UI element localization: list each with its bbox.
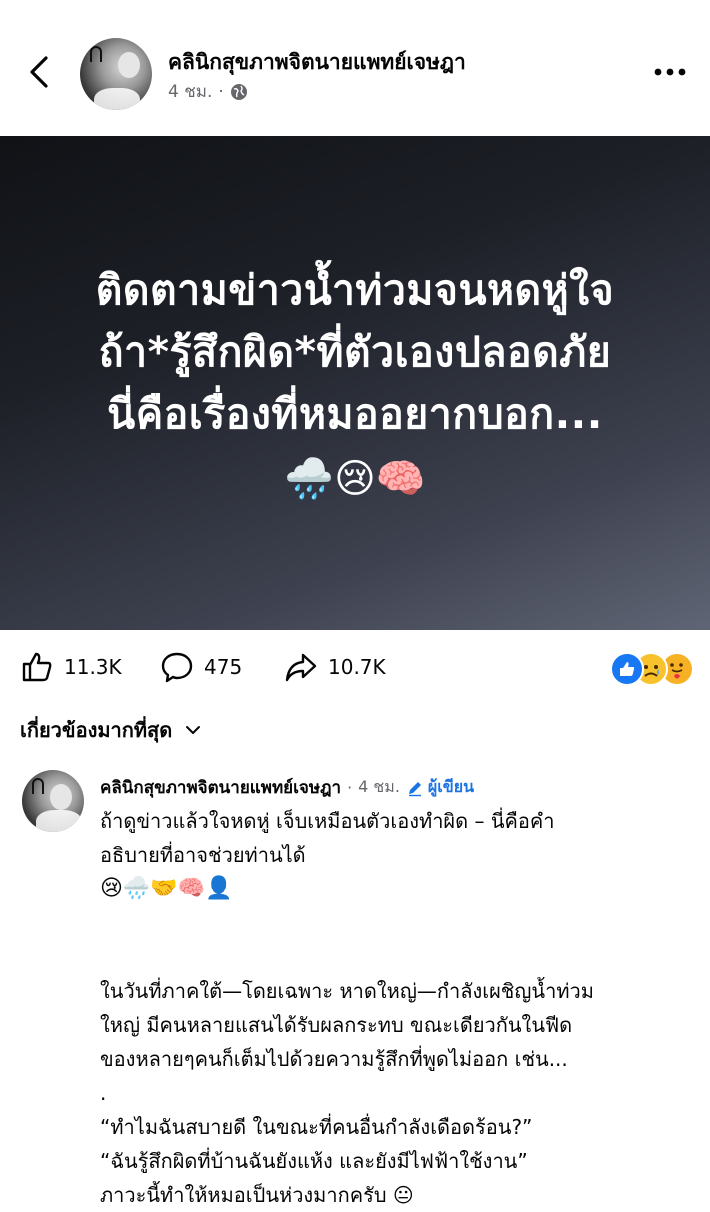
meta-separator: · xyxy=(218,81,224,102)
author-badge-label: ผู้เขียน xyxy=(427,777,475,796)
back-button[interactable] xyxy=(22,52,58,92)
comment-time[interactable]: 4 ชม. xyxy=(358,775,400,800)
post-meta: 4 ชม. · xyxy=(168,78,248,105)
chevron-down-icon xyxy=(186,726,201,734)
post-header: คลินิกสุขภาพจิตนายแพทย์เจษฎา 4 ชม. · xyxy=(0,0,710,136)
comment-line: อธิบายที่อาจช่วยท่านได้ xyxy=(100,843,306,867)
sort-label: เกี่ยวข้องมากที่สุด xyxy=(20,718,173,742)
comment-line: ในวันที่ภาคใต้—โดยเฉพาะ หาดใหญ่—กำลังเผช… xyxy=(100,979,594,1003)
thumbs-up-icon xyxy=(620,662,635,676)
comment-sort-dropdown[interactable]: เกี่ยวข้องมากที่สุด xyxy=(20,714,202,746)
comment-line: “ทำไมฉันสบายดี ในขณะที่คนอื่นกำลังเดือดร… xyxy=(100,1115,533,1139)
more-options-button[interactable] xyxy=(650,60,690,84)
chevron-left-icon xyxy=(30,56,48,88)
thumbs-up-icon xyxy=(22,652,52,682)
ribbon-icon xyxy=(90,46,102,62)
comment-line: “ฉันรู้สึกผิดที่บ้านฉันยังแห้ง และยังมีไ… xyxy=(100,1149,528,1173)
share-arrow-icon xyxy=(285,653,317,682)
post-time[interactable]: 4 ชม. xyxy=(168,78,212,105)
like-reaction-icon xyxy=(610,652,644,686)
banner-line-2: ถ้า*รู้สึกผิด*ที่ตัวเองปลอดภัย xyxy=(98,328,612,376)
banner-line-1: ติดตามข่าวน้ำท่วมจนหดหู่ใจ xyxy=(95,266,615,314)
post-text-banner: ติดตามข่าวน้ำท่วมจนหดหู่ใจ ถ้า*รู้สึกผิด… xyxy=(0,136,710,630)
avatar-body xyxy=(94,88,140,110)
banner-line-3: นี่คือเรื่องที่หมออยากบอก... xyxy=(107,390,603,438)
comment-button[interactable]: 475 xyxy=(160,650,242,684)
comment-line: ใหญ่ มีคนหลายแสนได้รับผลกระทบ ขณะเดียวกั… xyxy=(100,1013,573,1037)
avatar-body xyxy=(36,810,82,832)
like-button[interactable]: 11.3K xyxy=(20,650,122,684)
comment-line: . xyxy=(100,1081,107,1105)
avatar-face xyxy=(50,784,72,810)
comment-line: ภาวะนี้ทำให้หมอเป็นห่วงมากครับ 😐 xyxy=(100,1183,414,1207)
comment-body: ถ้าดูข่าวแล้วใจหดหู่ เจ็บเหมือนตัวเองทำผ… xyxy=(100,804,700,1212)
avatar-face xyxy=(118,52,140,78)
comment-author-name[interactable]: คลินิกสุขภาพจิตนายแพทย์เจษฎา xyxy=(100,774,341,801)
reaction-summary[interactable] xyxy=(610,652,694,686)
pencil-icon xyxy=(408,781,421,796)
comment-emojis: 😢🌧️🤝🧠👤 xyxy=(100,876,233,901)
comment-header: คลินิกสุขภาพจิตนายแพทย์เจษฎา · 4 ชม. ผู้… xyxy=(100,774,474,801)
author-badge: ผู้เขียน xyxy=(406,775,474,800)
comment-bubble-icon xyxy=(161,652,193,683)
comment-separator: · xyxy=(347,778,353,797)
like-count: 11.3K xyxy=(64,655,122,679)
engagement-bar: 11.3K 475 10.7K xyxy=(0,640,710,692)
globe-icon[interactable] xyxy=(230,83,248,101)
page-avatar[interactable] xyxy=(80,38,152,110)
banner-emojis: 🌧️😢🧠 xyxy=(284,456,426,502)
more-horizontal-icon xyxy=(654,68,686,76)
comment-avatar[interactable] xyxy=(22,770,84,832)
share-count: 10.7K xyxy=(328,655,386,679)
comment-count: 475 xyxy=(204,655,243,679)
page-name[interactable]: คลินิกสุขภาพจิตนายแพทย์เจษฎา xyxy=(168,46,466,79)
share-button[interactable]: 10.7K xyxy=(284,650,386,684)
comment-line: ถ้าดูข่าวแล้วใจหดหู่ เจ็บเหมือนตัวเองทำผ… xyxy=(100,809,555,833)
comment-line: ของหลายๆคนก็เต็มไปด้วยความรู้สึกที่พูดไม… xyxy=(100,1047,568,1071)
ribbon-icon xyxy=(32,778,44,794)
